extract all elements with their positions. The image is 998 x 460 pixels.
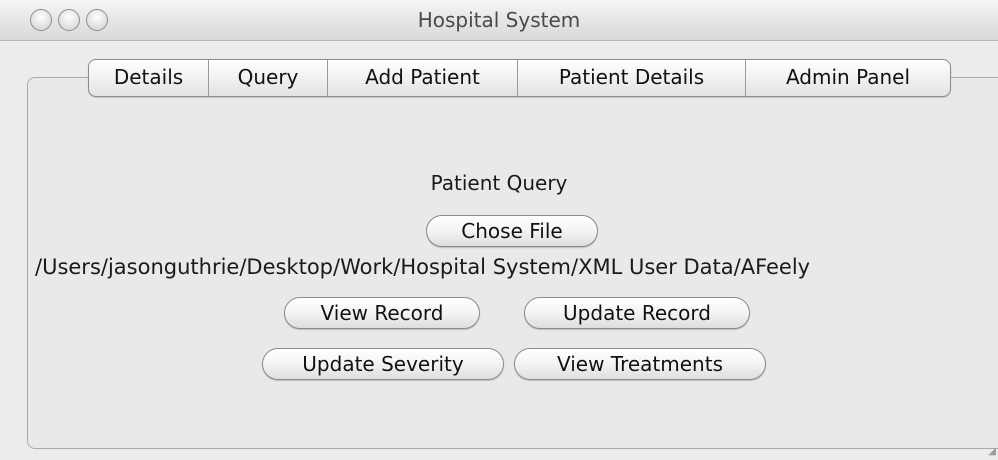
title-bar: Hospital System [0,0,998,41]
tab-patient-details[interactable]: Patient Details [517,60,745,96]
view-record-button[interactable]: View Record [284,297,480,329]
app-window: Hospital System Details Query Add Patien… [0,0,998,460]
update-severity-button[interactable]: Update Severity [262,348,504,380]
panel-heading: Patient Query [430,171,568,195]
choose-file-button[interactable]: Chose File [426,215,598,247]
resize-grip-icon[interactable]: ◢ [984,446,996,458]
window-title: Hospital System [417,8,581,32]
tab-details[interactable]: Details [89,60,208,96]
file-path-label: /Users/jasonguthrie/Desktop/Work/Hospita… [35,255,811,279]
tab-bar: Details Query Add Patient Patient Detail… [88,59,951,97]
tab-add-patient[interactable]: Add Patient [327,60,517,96]
update-record-button[interactable]: Update Record [524,297,750,329]
tab-admin-panel[interactable]: Admin Panel [745,60,950,96]
view-treatments-button[interactable]: View Treatments [514,348,766,380]
tab-query[interactable]: Query [208,60,327,96]
